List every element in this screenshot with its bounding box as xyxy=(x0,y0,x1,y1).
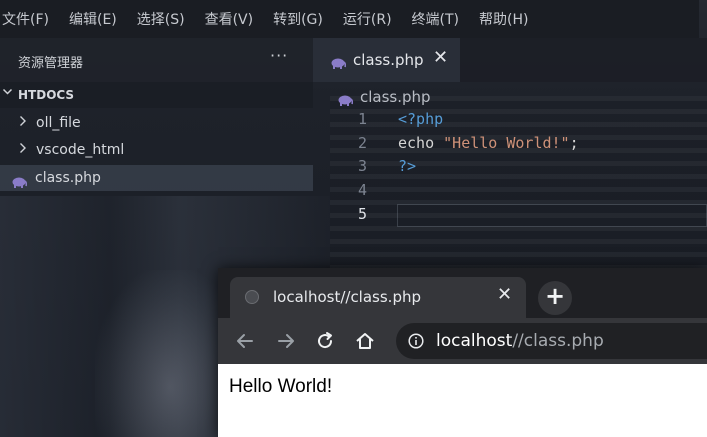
php-open-tag: <?php xyxy=(398,110,444,128)
line-number: 3 xyxy=(357,157,367,175)
tab-class-php[interactable]: class.php ✕ xyxy=(313,38,460,82)
close-icon[interactable]: ✕ xyxy=(497,284,512,305)
url-host: localhost xyxy=(436,331,513,351)
tree-item-class-php[interactable]: class.php xyxy=(0,165,313,191)
menu-terminal[interactable]: 终端(T) xyxy=(402,9,469,29)
code-text: ?> xyxy=(398,157,416,175)
page-body-text: Hello World! xyxy=(229,376,333,397)
menu-go[interactable]: 转到(G) xyxy=(263,9,333,29)
explorer-title: 资源管理器 xyxy=(18,56,84,71)
php-elephant-icon xyxy=(337,91,354,106)
echo-keyword: echo xyxy=(398,134,444,152)
php-elephant-icon xyxy=(330,54,347,69)
globe-icon xyxy=(245,290,259,304)
menu-help[interactable]: 帮助(H) xyxy=(469,9,538,29)
url-text: localhost//class.php xyxy=(436,331,604,351)
php-close-tag: ?> xyxy=(398,157,417,175)
close-icon[interactable]: ✕ xyxy=(433,47,448,68)
code-line[interactable]: 1 <?php xyxy=(313,110,707,134)
chevron-down-icon xyxy=(2,86,13,100)
menu-view[interactable]: 查看(V) xyxy=(195,9,264,29)
back-arrow-icon[interactable] xyxy=(233,329,257,353)
menu-file[interactable]: 文件(F) xyxy=(0,9,59,29)
breadcrumb-label: class.php xyxy=(360,88,431,106)
php-elephant-icon xyxy=(11,173,28,188)
line-number: 5 xyxy=(357,205,367,223)
tree-item-label: class.php xyxy=(35,170,101,186)
semicolon: ; xyxy=(569,134,579,152)
string-literal: "Hello World!" xyxy=(443,134,570,152)
editor-tab-bar: class.php ✕ xyxy=(313,38,707,82)
code-editor[interactable]: class.php 1 <?php 2 echo "Hello World!";… xyxy=(313,82,707,282)
browser-toolbar: localhost//class.php xyxy=(218,318,707,364)
tab-label: class.php xyxy=(353,51,424,69)
code-line[interactable]: 3 ?> xyxy=(313,157,707,181)
home-icon[interactable] xyxy=(353,329,377,353)
tree-item-oll-file[interactable]: oll_file xyxy=(0,110,313,136)
code-text: <?php xyxy=(398,110,443,128)
more-actions-icon[interactable]: ··· xyxy=(270,46,288,65)
plus-icon: + xyxy=(545,282,566,310)
menu-bar: 文件(F) 编辑(E) 选择(S) 查看(V) 转到(G) 运行(R) 终端(T… xyxy=(0,0,699,38)
reload-icon[interactable] xyxy=(313,329,337,353)
explorer-header: 资源管理器 ··· xyxy=(0,38,313,82)
browser-window: localhost//class.php ✕ + localhost//clas… xyxy=(218,268,707,437)
browser-tab-title: localhost//class.php xyxy=(273,288,421,306)
info-icon[interactable] xyxy=(408,333,424,349)
chevron-right-icon xyxy=(18,114,28,132)
line-number: 4 xyxy=(357,181,367,199)
url-path: //class.php xyxy=(512,331,604,351)
workspace-folder-name: HTDOCS xyxy=(18,88,75,102)
code-line[interactable]: 5 xyxy=(313,205,707,229)
new-tab-button[interactable]: + xyxy=(538,281,572,315)
line-number: 1 xyxy=(357,110,367,128)
browser-tab[interactable]: localhost//class.php ✕ xyxy=(230,277,526,318)
line-number: 2 xyxy=(357,134,367,152)
address-bar[interactable]: localhost//class.php xyxy=(396,323,707,359)
chevron-right-icon xyxy=(18,141,28,159)
menu-edit[interactable]: 编辑(E) xyxy=(59,9,127,29)
menu-selection[interactable]: 选择(S) xyxy=(127,9,195,29)
page-content: Hello World! xyxy=(218,364,707,437)
code-text: echo "Hello World!"; xyxy=(398,134,579,152)
code-line[interactable]: 4 xyxy=(313,181,707,205)
menu-run[interactable]: 运行(R) xyxy=(333,9,402,29)
tree-item-vscode-html[interactable]: vscode_html xyxy=(0,137,313,163)
tree-item-label: oll_file xyxy=(36,115,81,131)
code-line[interactable]: 2 echo "Hello World!"; xyxy=(313,134,707,158)
workspace-folder-header[interactable]: HTDOCS xyxy=(0,82,313,108)
forward-arrow-icon[interactable] xyxy=(274,329,298,353)
tree-item-label: vscode_html xyxy=(36,142,125,158)
browser-tab-strip: localhost//class.php ✕ + xyxy=(218,268,707,318)
